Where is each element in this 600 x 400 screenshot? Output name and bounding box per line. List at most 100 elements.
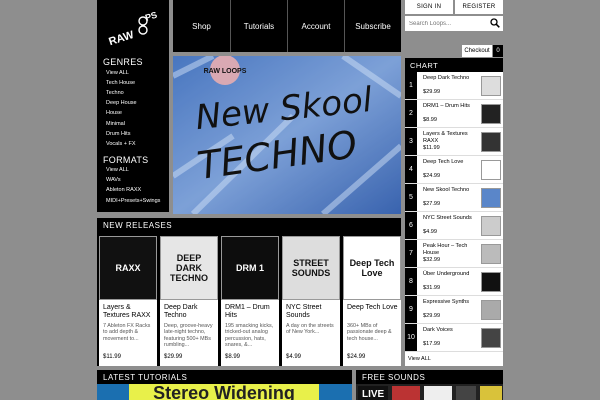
tutorial-preview-art: Stereo Widening	[97, 384, 352, 400]
chart-item[interactable]: 7 Peak Hour – Tech House $32.99	[405, 240, 503, 268]
chart-heading: CHART	[405, 58, 503, 72]
release-description: Deep, groove-heavy late-night techno, fe…	[164, 323, 213, 349]
release-cover[interactable]: Deep Tech Love	[343, 236, 401, 300]
cart-count-badge[interactable]: 0	[493, 45, 503, 57]
release-price: $11.99	[103, 354, 121, 360]
chart-item[interactable]: 9 Expressive Synths $29.99	[405, 296, 503, 324]
chart-panel: CHART 1 Deep Dark Techno $29.99 2 DRM1 – Dru…	[405, 58, 503, 366]
chart-item[interactable]: 6 NYC Street Sounds $4.99	[405, 212, 503, 240]
chart-item-price: $4.99	[423, 229, 437, 235]
format-link[interactable]: MIDI+Presets+Swings	[106, 198, 160, 204]
chart-item-thumbnail[interactable]	[481, 76, 501, 96]
chart-rank: 8	[405, 268, 417, 295]
release-title[interactable]: Deep Dark Techno	[164, 304, 218, 320]
nav-tutorials[interactable]: Tutorials	[231, 0, 287, 52]
search-input[interactable]	[405, 16, 503, 31]
chart-item-title[interactable]: Über Underground	[423, 271, 479, 278]
release-cover-text: DEEP DARK TECHNO	[170, 253, 208, 283]
chart-view-all-link[interactable]: View ALL	[408, 356, 431, 362]
formats-heading: FORMATS	[103, 155, 149, 165]
chart-item-thumbnail[interactable]	[481, 188, 501, 208]
checkout-button[interactable]: Checkout	[462, 45, 492, 57]
svg-text:RAW: RAW	[107, 29, 136, 49]
chart-item-title[interactable]: Deep Tech Love	[423, 159, 479, 166]
chart-item-title[interactable]: Layers & Textures RAXX	[423, 131, 479, 144]
genre-link[interactable]: House	[106, 110, 122, 116]
release-card[interactable]: STREET SOUNDS NYC Street Sounds A day on t…	[282, 236, 340, 366]
raw-loops-logo[interactable]: RAW PS	[103, 6, 161, 50]
free-sounds-preview[interactable]: LIVE	[356, 384, 503, 400]
chart-rank: 3	[405, 128, 417, 155]
release-title[interactable]: DRM1 – Drum Hits	[225, 304, 279, 320]
chart-item-price: $11.99	[423, 145, 440, 151]
genres-heading: GENRES	[103, 57, 143, 67]
chart-item-price: $24.99	[423, 173, 441, 179]
format-link[interactable]: Ableton RAXX	[106, 187, 141, 193]
release-cover[interactable]: DRM 1	[221, 236, 279, 300]
chart-item-thumbnail[interactable]	[481, 300, 501, 320]
release-cover[interactable]: DEEP DARK TECHNO	[160, 236, 218, 300]
chart-item-title[interactable]: NYC Street Sounds	[423, 215, 479, 222]
free-sounds-preview-art: LIVE	[356, 384, 503, 400]
release-card[interactable]: DEEP DARK TECHNO Deep Dark Techno Deep, gr…	[160, 236, 218, 366]
chart-item-thumbnail[interactable]	[481, 132, 501, 152]
nav-shop[interactable]: Shop	[173, 0, 230, 52]
chart-item-title[interactable]: Deep Dark Techno	[423, 75, 479, 82]
tutorial-preview-text: Stereo Widening	[153, 384, 295, 400]
register-button[interactable]: REGISTER	[455, 0, 503, 14]
release-title[interactable]: Deep Tech Love	[347, 304, 401, 312]
nav-account[interactable]: Account	[288, 0, 344, 52]
genre-link[interactable]: Deep House	[106, 100, 137, 106]
chart-item-thumbnail[interactable]	[481, 244, 501, 264]
chart-item-title[interactable]: Dark Voices	[423, 327, 479, 334]
release-card[interactable]: Deep Tech Love Deep Tech Love 360+ MBs of …	[343, 236, 401, 366]
nav-subscribe[interactable]: Subscribe	[345, 0, 401, 52]
release-title[interactable]: NYC Street Sounds	[286, 304, 340, 320]
hero-banner[interactable]: RAW LOOPS New Skool TECHNO	[173, 56, 401, 214]
genre-link[interactable]: View ALL	[106, 70, 129, 76]
new-releases-heading: NEW RELEASES	[97, 218, 401, 232]
chart-item-thumbnail[interactable]	[481, 104, 501, 124]
release-description: 360+ MBs of passionate deep & tech house…	[347, 323, 392, 342]
format-link[interactable]: WAVs	[106, 177, 121, 183]
search-icon[interactable]	[490, 18, 500, 28]
sign-in-button[interactable]: SIGN IN	[405, 0, 453, 14]
free-sounds-heading: FREE SOUNDS	[356, 370, 503, 384]
chart-rank: 2	[405, 100, 417, 127]
chart-item-thumbnail[interactable]	[481, 272, 501, 292]
release-cover[interactable]: RAXX	[99, 236, 157, 300]
chart-item[interactable]: 2 DRM1 – Drum Hits $8.99	[405, 100, 503, 128]
chart-item-title[interactable]: New Skool Techno	[423, 187, 479, 194]
chart-item[interactable]: 5 New Skool Techno $27.99	[405, 184, 503, 212]
chart-item-title[interactable]: Peak Hour – Tech House	[423, 243, 479, 256]
chart-item[interactable]: 4 Deep Tech Love $24.99	[405, 156, 503, 184]
release-card[interactable]: DRM 1 DRM1 – Drum Hits 195 smacking kicks,…	[221, 236, 279, 366]
chart-item-price: $17.99	[423, 341, 441, 347]
genre-link[interactable]: Vocals + FX	[106, 141, 136, 147]
format-link[interactable]: View ALL	[106, 167, 129, 173]
chart-item[interactable]: 3 Layers & Textures RAXX $11.99	[405, 128, 503, 156]
chart-item[interactable]: 8 Über Underground $31.99	[405, 268, 503, 296]
release-description: 7 Ableton FX Racks to add depth & moveme…	[103, 323, 151, 342]
chart-item-title[interactable]: Expressive Synths	[423, 299, 479, 306]
release-card[interactable]: RAXX Layers & Textures RAXX 7 Ableton FX R…	[99, 236, 157, 366]
chart-item-thumbnail[interactable]	[481, 160, 501, 180]
release-title[interactable]: Layers & Textures RAXX	[103, 304, 157, 320]
release-cover-text: DRM 1	[235, 263, 264, 273]
genre-link[interactable]: Techno	[106, 90, 124, 96]
chart-rank: 9	[405, 296, 417, 323]
chart-item-price: $31.99	[423, 285, 441, 291]
genre-link[interactable]: Drum Hits	[106, 131, 130, 137]
chart-item-thumbnail[interactable]	[481, 328, 501, 348]
release-cover[interactable]: STREET SOUNDS	[282, 236, 340, 300]
release-description: A day on the streets of New York...	[286, 323, 334, 336]
genre-link[interactable]: Tech House	[106, 80, 135, 86]
release-price: $29.99	[164, 354, 183, 360]
chart-item-title[interactable]: DRM1 – Drum Hits	[423, 103, 479, 110]
chart-item-thumbnail[interactable]	[481, 216, 501, 236]
chart-item-price: $32.99	[423, 257, 441, 263]
tutorial-preview[interactable]: Stereo Widening	[97, 384, 352, 400]
genre-link[interactable]: Minimal	[106, 121, 125, 127]
chart-item[interactable]: 10 Dark Voices $17.99	[405, 324, 503, 352]
chart-item[interactable]: 1 Deep Dark Techno $29.99	[405, 72, 503, 100]
